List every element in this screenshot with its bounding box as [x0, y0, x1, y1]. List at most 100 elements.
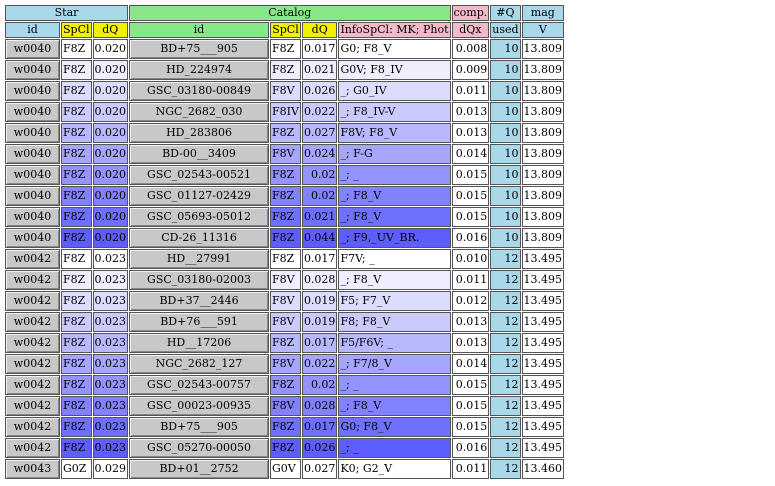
star-id-button[interactable]: w0040 [5, 144, 60, 164]
catalog-dq-cell: 0.019 [301, 291, 338, 311]
mag-v-cell: 13.495 [521, 396, 565, 416]
catalog-spcl-cell: F8Z [270, 228, 301, 248]
table-row: w0040 F8Z 0.020 NGC_2682_030 F8IV 0.022 _; F8_… [5, 102, 565, 122]
star-id-button[interactable]: w0042 [5, 270, 60, 290]
catalog-id-button[interactable]: HD__27991 [129, 249, 270, 269]
star-id-button[interactable]: w0042 [5, 375, 60, 395]
star-spcl-cell: F8Z [61, 375, 92, 395]
catalog-dq-cell: 0.02 [301, 375, 338, 395]
star-dq-cell: 0.020 [92, 60, 129, 80]
catalog-id-button[interactable]: BD+37__2446 [129, 291, 270, 311]
catalog-dq-cell: 0.02 [301, 186, 338, 206]
catalog-id-button[interactable]: GSC_03180-00849 [129, 81, 270, 101]
star-id-button[interactable]: w0040 [5, 102, 60, 122]
used-count-cell: 12 [490, 375, 521, 395]
column-header-catalog-spcl: SpCl [270, 22, 301, 38]
star-id-button[interactable]: w0040 [5, 186, 60, 206]
column-header-star-id: id [5, 22, 60, 38]
star-id-button[interactable]: w0040 [5, 207, 60, 227]
star-id-button[interactable]: w0042 [5, 333, 60, 353]
info-spcl-cell: _; _ [338, 165, 451, 185]
star-id-button[interactable]: w0040 [5, 165, 60, 185]
column-header-catalog-id: id [129, 22, 270, 38]
info-spcl-cell: K0; G2_V [338, 459, 451, 479]
star-id-button[interactable]: w0040 [5, 81, 60, 101]
catalog-dq-cell: 0.017 [301, 249, 338, 269]
catalog-id-button[interactable]: GSC_03180-02003 [129, 270, 270, 290]
mag-v-cell: 13.809 [521, 39, 565, 59]
catalog-id-button[interactable]: NGC_2682_127 [129, 354, 270, 374]
star-dq-cell: 0.023 [92, 438, 129, 458]
catalog-spcl-cell: F8Z [270, 417, 301, 437]
star-id-button[interactable]: w0040 [5, 60, 60, 80]
info-spcl-cell: F7V; _ [338, 249, 451, 269]
mag-v-cell: 13.809 [521, 102, 565, 122]
info-spcl-cell: _; F8_V [338, 396, 451, 416]
catalog-id-button[interactable]: BD+75___905 [129, 417, 270, 437]
star-id-button[interactable]: w0043 [5, 459, 60, 479]
star-id-button[interactable]: w0042 [5, 249, 60, 269]
catalog-id-button[interactable]: BD+01__2752 [129, 459, 270, 479]
used-count-cell: 12 [490, 438, 521, 458]
mag-v-cell: 13.495 [521, 438, 565, 458]
used-count-cell: 10 [490, 144, 521, 164]
star-spcl-cell: F8Z [61, 102, 92, 122]
star-id-button[interactable]: w0042 [5, 417, 60, 437]
star-spcl-cell: F8Z [61, 270, 92, 290]
info-spcl-cell: _; F9,_UV_BR. [338, 228, 451, 248]
catalog-dq-cell: 0.026 [301, 81, 338, 101]
mag-v-cell: 13.495 [521, 270, 565, 290]
star-id-button[interactable]: w0042 [5, 396, 60, 416]
catalog-id-button[interactable]: GSC_00023-00935 [129, 396, 270, 416]
catalog-id-button[interactable]: HD_283806 [129, 123, 270, 143]
catalog-id-button[interactable]: NGC_2682_030 [129, 102, 270, 122]
info-spcl-cell: _; F8_V [338, 207, 451, 227]
catalog-id-button[interactable]: BD-00__3409 [129, 144, 270, 164]
used-count-cell: 10 [490, 123, 521, 143]
dqx-cell: 0.011 [451, 459, 490, 479]
star-spcl-cell: F8Z [61, 249, 92, 269]
catalog-spcl-cell: F8Z [270, 375, 301, 395]
table-row: w0042 F8Z 0.023 BD+37__2446 F8V 0.019 F5; F7_V… [5, 291, 565, 311]
mag-v-cell: 13.495 [521, 354, 565, 374]
group-header-star: Star [5, 5, 129, 21]
star-id-button[interactable]: w0042 [5, 291, 60, 311]
catalog-id-button[interactable]: GSC_05693-05012 [129, 207, 270, 227]
star-id-button[interactable]: w0042 [5, 354, 60, 374]
catalog-id-button[interactable]: HD_224974 [129, 60, 270, 80]
star-id-button[interactable]: w0040 [5, 39, 60, 59]
mag-v-cell: 13.495 [521, 249, 565, 269]
star-id-button[interactable]: w0042 [5, 312, 60, 332]
info-spcl-cell: F5/F6V; _ [338, 333, 451, 353]
info-spcl-cell: _; F8_V [338, 270, 451, 290]
catalog-id-button[interactable]: CD-26_11316 [129, 228, 270, 248]
catalog-id-button[interactable]: GSC_02543-00757 [129, 375, 270, 395]
dqx-cell: 0.014 [451, 144, 490, 164]
catalog-spcl-cell: F8Z [270, 186, 301, 206]
catalog-id-button[interactable]: GSC_01127-02429 [129, 186, 270, 206]
catalog-id-button[interactable]: BD+75___905 [129, 39, 270, 59]
used-count-cell: 12 [490, 459, 521, 479]
star-spcl-cell: F8Z [61, 186, 92, 206]
table-row: w0042 F8Z 0.023 GSC_05270-00050 F8Z 0.026 _; _… [5, 438, 565, 458]
catalog-id-button[interactable]: GSC_02543-00521 [129, 165, 270, 185]
mag-v-cell: 13.460 [521, 459, 565, 479]
column-header-catalog-dq: dQ [301, 22, 338, 38]
column-header-star-spcl: SpCl [61, 22, 92, 38]
star-id-button[interactable]: w0040 [5, 123, 60, 143]
star-id-button[interactable]: w0040 [5, 228, 60, 248]
catalog-spcl-cell: F8Z [270, 207, 301, 227]
catalog-id-button[interactable]: BD+76___591 [129, 312, 270, 332]
catalog-spcl-cell: F8V [270, 291, 301, 311]
catalog-spcl-cell: F8Z [270, 165, 301, 185]
catalog-id-button[interactable]: HD__17206 [129, 333, 270, 353]
dqx-cell: 0.013 [451, 333, 490, 353]
catalog-id-button[interactable]: GSC_05270-00050 [129, 438, 270, 458]
star-dq-cell: 0.023 [92, 270, 129, 290]
star-id-button[interactable]: w0042 [5, 438, 60, 458]
used-count-cell: 10 [490, 228, 521, 248]
catalog-spcl-cell: F8V [270, 270, 301, 290]
info-spcl-cell: F8V; F8_V [338, 123, 451, 143]
used-count-cell: 12 [490, 249, 521, 269]
star-dq-cell: 0.023 [92, 375, 129, 395]
